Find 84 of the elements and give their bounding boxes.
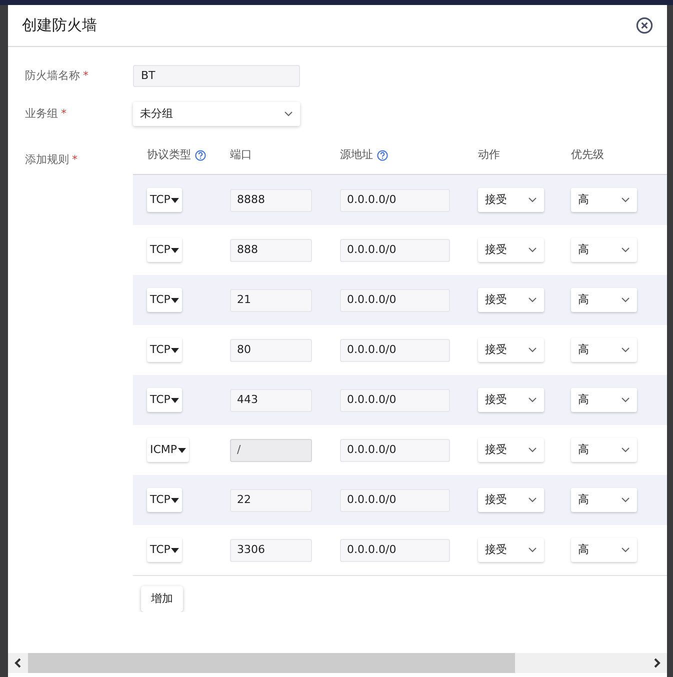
column-header: 优先级	[571, 146, 604, 163]
protocol-select[interactable]: TCP	[147, 388, 182, 412]
action-select[interactable]: 接受	[478, 238, 544, 262]
action-select[interactable]: 接受	[478, 538, 544, 562]
chevron-down-icon	[621, 547, 630, 553]
chevron-down-icon	[621, 397, 630, 403]
column-header: 动作	[478, 146, 500, 163]
protocol-select[interactable]: TCP	[147, 238, 182, 262]
add-button[interactable]: 增加	[141, 586, 183, 612]
action-select[interactable]: 接受	[478, 188, 544, 212]
protocol-select[interactable]: ICMP	[147, 438, 190, 462]
chevron-down-icon	[284, 111, 293, 117]
dialog-title: 创建防火墙	[22, 15, 97, 36]
port-field[interactable]: 8888	[230, 188, 312, 212]
text-field[interactable]: BT	[133, 65, 300, 87]
priority-select[interactable]: 高	[571, 238, 637, 262]
port-field[interactable]: 21	[230, 288, 312, 312]
caret-icon	[171, 498, 180, 502]
source-field[interactable]: 0.0.0.0/0	[340, 338, 450, 362]
field-label: 防火墙名称	[25, 68, 80, 84]
caret-icon	[171, 348, 180, 352]
help-icon[interactable]	[377, 150, 388, 160]
chevron-down-icon	[528, 197, 537, 203]
caret-icon	[171, 198, 180, 202]
priority-select[interactable]: 高	[571, 488, 637, 512]
chevron-down-icon	[528, 497, 537, 503]
caret-icon	[171, 548, 180, 552]
caret-icon	[178, 448, 186, 452]
help-icon[interactable]	[195, 150, 206, 160]
action-select[interactable]: 接受	[478, 438, 544, 462]
source-field[interactable]: 0.0.0.0/0	[340, 238, 450, 262]
field-label: 添加规则	[25, 153, 69, 166]
close-icon[interactable]	[636, 17, 653, 34]
protocol-select[interactable]: TCP	[147, 538, 182, 562]
chevron-down-icon	[528, 247, 537, 253]
caret-icon	[171, 398, 180, 402]
chevron-down-icon	[621, 247, 630, 253]
source-field[interactable]: 0.0.0.0/0	[340, 488, 450, 512]
column-header: 源地址	[340, 146, 373, 163]
chevron-down-icon	[528, 297, 537, 303]
caret-icon	[171, 298, 180, 302]
source-field[interactable]: 0.0.0.0/0	[340, 188, 450, 212]
chevron-down-icon	[621, 347, 630, 353]
field-label: 业务组	[25, 106, 58, 122]
chevron-down-icon	[528, 397, 537, 403]
chevron-down-icon	[621, 197, 630, 203]
protocol-select[interactable]: TCP	[147, 338, 182, 362]
chevron-down-icon	[621, 447, 630, 453]
port-field[interactable]: 443	[230, 388, 312, 412]
source-field[interactable]: 0.0.0.0/0	[340, 388, 450, 412]
scrollbar-thumb[interactable]	[28, 653, 515, 673]
select-field[interactable]: 未分组	[133, 102, 300, 126]
source-field[interactable]: 0.0.0.0/0	[340, 538, 450, 562]
port-field[interactable]: 3306	[230, 538, 312, 562]
priority-select[interactable]: 高	[571, 338, 637, 362]
chevron-down-icon	[528, 547, 537, 553]
priority-select[interactable]: 高	[571, 288, 637, 312]
required-mark: *	[72, 153, 78, 166]
priority-select[interactable]: 高	[571, 388, 637, 412]
action-select[interactable]: 接受	[478, 338, 544, 362]
chevron-down-icon	[528, 347, 537, 353]
action-select[interactable]: 接受	[478, 488, 544, 512]
port-field[interactable]: 80	[230, 338, 312, 362]
action-select[interactable]: 接受	[478, 388, 544, 412]
caret-icon	[171, 248, 180, 252]
protocol-select[interactable]: TCP	[147, 288, 182, 312]
chevron-down-icon	[621, 497, 630, 503]
priority-select[interactable]: 高	[571, 438, 637, 462]
chevron-down-icon	[621, 297, 630, 303]
source-field[interactable]: 0.0.0.0/0	[340, 288, 450, 312]
column-header: 端口	[230, 146, 252, 163]
action-select[interactable]: 接受	[478, 288, 544, 312]
column-header: 协议类型	[147, 146, 191, 163]
priority-select[interactable]: 高	[571, 188, 637, 212]
source-field[interactable]: 0.0.0.0/0	[340, 438, 450, 462]
port-field[interactable]: 888	[230, 238, 312, 262]
port-field[interactable]: 22	[230, 488, 312, 512]
required-mark: *	[61, 106, 66, 122]
protocol-select[interactable]: TCP	[147, 188, 182, 212]
required-mark: *	[83, 68, 88, 84]
priority-select[interactable]: 高	[571, 538, 637, 562]
chevron-down-icon	[528, 447, 537, 453]
port-field: /	[230, 438, 312, 462]
protocol-select[interactable]: TCP	[147, 488, 182, 512]
